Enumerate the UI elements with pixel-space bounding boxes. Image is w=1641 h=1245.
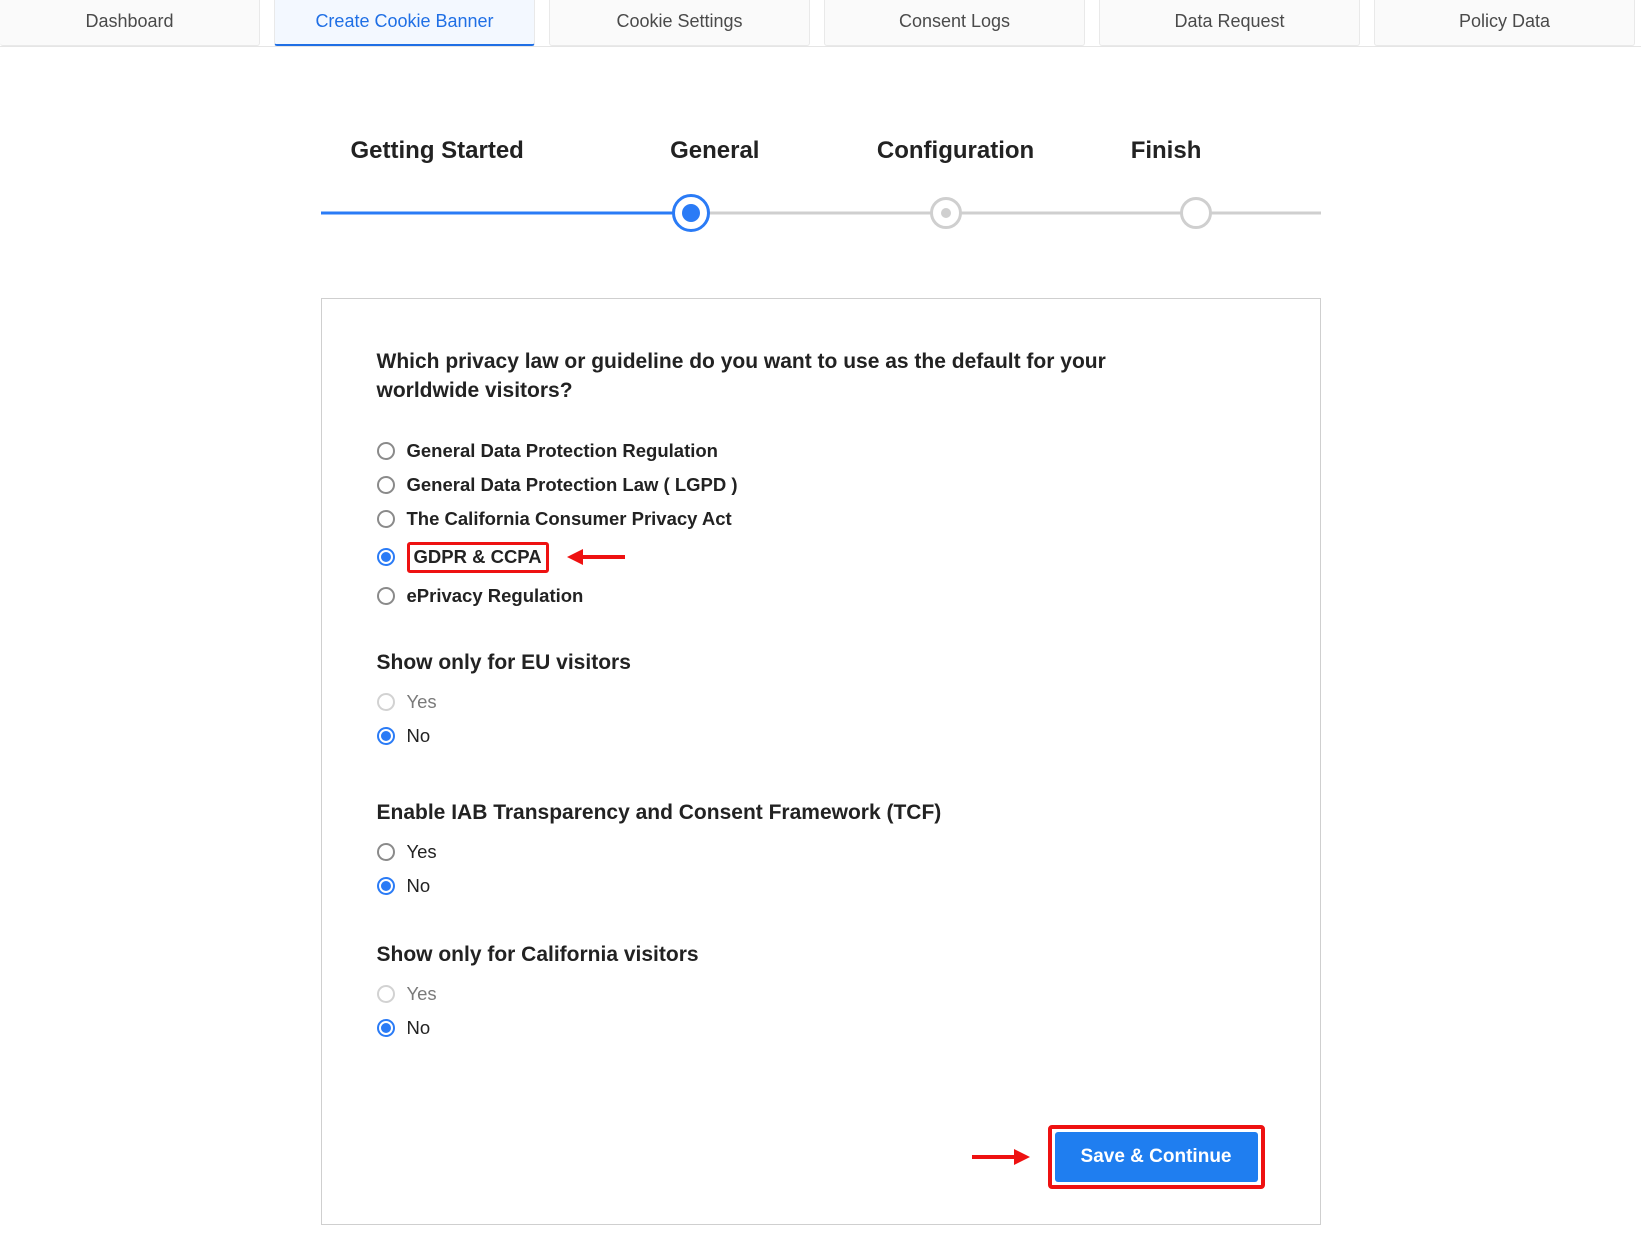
tab-dashboard[interactable]: Dashboard (0, 0, 260, 46)
annotation-arrow-icon (567, 549, 625, 565)
iab-tcf-heading: Enable IAB Transparency and Consent Fram… (377, 801, 1265, 825)
cal-only-no-label: No (407, 1017, 431, 1039)
privacy-law-question: Which privacy law or guideline do you wa… (377, 347, 1207, 406)
radio-icon (377, 1019, 395, 1037)
annotation-arrow-icon (972, 1149, 1030, 1165)
radio-icon (377, 693, 395, 711)
iab-tcf-yes[interactable]: Yes (377, 835, 1265, 869)
radio-icon (377, 877, 395, 895)
cal-only-no[interactable]: No (377, 1011, 1265, 1045)
radio-icon (377, 587, 395, 605)
step-label-general: General (670, 137, 877, 165)
wizard-step-labels: Getting Started General Configuration Fi… (321, 137, 1321, 165)
privacy-law-option-label: ePrivacy Regulation (407, 585, 584, 607)
cal-only-yes-label: Yes (407, 983, 437, 1005)
tab-consent-logs[interactable]: Consent Logs (824, 0, 1085, 46)
radio-icon (377, 548, 395, 566)
eu-only-yes[interactable]: Yes (377, 685, 1265, 719)
wizard-node-finish[interactable] (1180, 197, 1212, 229)
eu-only-heading: Show only for EU visitors (377, 651, 1265, 675)
cal-only-heading: Show only for California visitors (377, 943, 1265, 967)
step-label-configuration: Configuration (877, 137, 1131, 165)
privacy-law-option-label: GDPR & CCPA (414, 546, 542, 567)
privacy-law-option-ccpa[interactable]: The California Consumer Privacy Act (377, 502, 1265, 536)
tab-cookie-settings[interactable]: Cookie Settings (549, 0, 810, 46)
tab-data-request[interactable]: Data Request (1099, 0, 1360, 46)
step-label-finish: Finish (1131, 137, 1291, 165)
iab-tcf-yes-label: Yes (407, 841, 437, 863)
step-label-getting-started: Getting Started (351, 137, 671, 165)
top-tabs: Dashboard Create Cookie Banner Cookie Se… (0, 0, 1641, 47)
radio-icon (377, 442, 395, 460)
tab-create-cookie-banner[interactable]: Create Cookie Banner (274, 0, 535, 46)
tab-policy-data[interactable]: Policy Data (1374, 0, 1635, 46)
iab-tcf-no[interactable]: No (377, 869, 1265, 903)
cal-only-yes[interactable]: Yes (377, 977, 1265, 1011)
radio-icon (377, 727, 395, 745)
radio-icon (377, 476, 395, 494)
annotation-highlight-box: Save & Continue (1048, 1125, 1265, 1189)
privacy-law-option-label: The California Consumer Privacy Act (407, 508, 732, 530)
eu-only-no[interactable]: No (377, 719, 1265, 753)
privacy-law-option-eprivacy[interactable]: ePrivacy Regulation (377, 579, 1265, 613)
card-footer: Save & Continue (377, 1125, 1265, 1189)
privacy-law-option-lgpd[interactable]: General Data Protection Law ( LGPD ) (377, 468, 1265, 502)
privacy-law-option-gdpr-ccpa[interactable]: GDPR & CCPA (377, 536, 1265, 579)
privacy-law-option-gdpr[interactable]: General Data Protection Regulation (377, 434, 1265, 468)
eu-only-no-label: No (407, 725, 431, 747)
wizard-progress-track (321, 193, 1321, 233)
radio-icon (377, 985, 395, 1003)
privacy-law-option-label: General Data Protection Regulation (407, 440, 718, 462)
annotation-highlight-box: GDPR & CCPA (407, 542, 549, 573)
general-step-card: Which privacy law or guideline do you wa… (321, 298, 1321, 1225)
privacy-law-option-label: General Data Protection Law ( LGPD ) (407, 474, 738, 496)
radio-icon (377, 510, 395, 528)
iab-tcf-no-label: No (407, 875, 431, 897)
wizard-node-general[interactable] (672, 194, 710, 232)
save-continue-button[interactable]: Save & Continue (1055, 1132, 1258, 1182)
wizard-node-configuration[interactable] (930, 197, 962, 229)
radio-icon (377, 843, 395, 861)
eu-only-yes-label: Yes (407, 691, 437, 713)
